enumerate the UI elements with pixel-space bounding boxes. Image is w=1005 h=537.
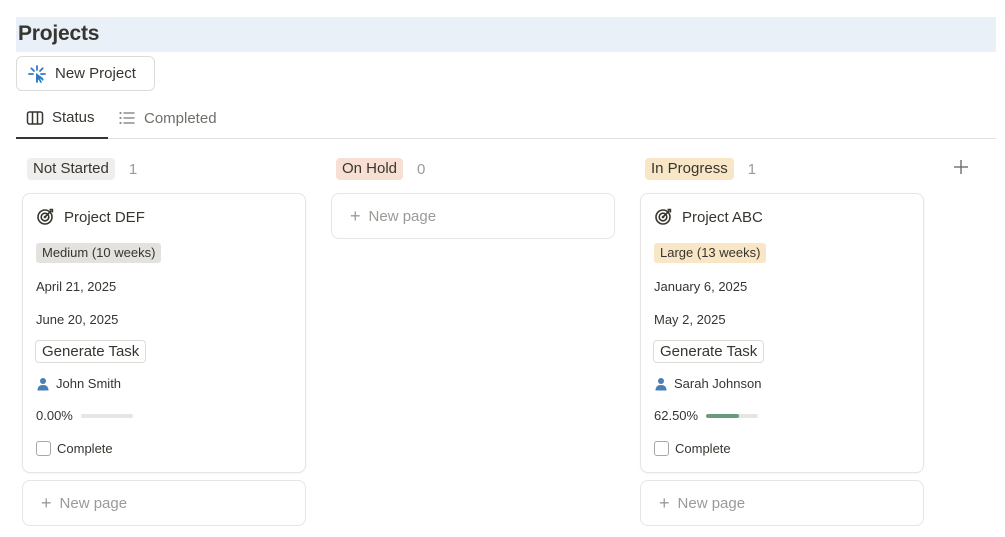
card-title: Project ABC bbox=[654, 208, 763, 226]
assignee: John Smith bbox=[36, 376, 121, 391]
complete-label: Complete bbox=[675, 441, 731, 456]
group-count: 0 bbox=[417, 160, 426, 178]
tab-completed-label: Completed bbox=[144, 109, 217, 127]
new-page-button-not-started[interactable]: + New page bbox=[22, 480, 306, 526]
card-title-text: Project DEF bbox=[64, 208, 145, 226]
board-icon bbox=[26, 109, 44, 127]
add-group-button[interactable] bbox=[950, 158, 972, 180]
progress: 0.00% bbox=[36, 408, 133, 423]
start-date: April 21, 2025 bbox=[36, 279, 117, 294]
card-title-text: Project ABC bbox=[682, 208, 763, 226]
group-label: Not Started bbox=[27, 158, 115, 180]
view-tabs: Status Completed bbox=[16, 98, 996, 139]
progress: 62.50% bbox=[654, 408, 759, 423]
group-header-on-hold: On Hold 0 bbox=[336, 158, 425, 180]
tab-completed[interactable]: Completed bbox=[118, 98, 217, 138]
complete-checkbox[interactable] bbox=[36, 441, 51, 456]
project-card[interactable]: Project ABC Large (13 weeks) January 6, … bbox=[640, 193, 924, 473]
group-count: 1 bbox=[747, 160, 757, 178]
plus-icon: + bbox=[659, 493, 670, 513]
projects-page: Projects New Project Status Completed No… bbox=[0, 0, 1005, 537]
new-page-button-in-progress[interactable]: + New page bbox=[640, 480, 924, 526]
progress-bar bbox=[706, 413, 759, 418]
end-date: May 2, 2025 bbox=[654, 312, 726, 327]
size-tag: Medium (10 weeks) bbox=[36, 243, 162, 263]
list-icon bbox=[118, 109, 136, 127]
new-page-label: New page bbox=[677, 494, 746, 512]
card-title: Project DEF bbox=[36, 208, 145, 226]
tab-status[interactable]: Status bbox=[16, 98, 108, 139]
start-date: January 6, 2025 bbox=[654, 279, 748, 294]
new-project-label: New Project bbox=[55, 65, 136, 82]
generate-task-button[interactable]: Generate Task bbox=[35, 340, 147, 363]
complete-checkbox-row[interactable]: Complete bbox=[36, 441, 113, 456]
progress-text: 62.50% bbox=[654, 408, 699, 423]
plus-icon: + bbox=[41, 493, 52, 513]
plus-icon bbox=[953, 159, 969, 180]
target-icon bbox=[654, 208, 672, 226]
title-bar: Projects bbox=[16, 17, 996, 52]
person-icon bbox=[36, 377, 50, 391]
new-project-button[interactable]: New Project bbox=[16, 56, 155, 91]
new-page-button-on-hold[interactable]: + New page bbox=[331, 193, 615, 239]
progress-bar-fill bbox=[706, 413, 739, 418]
complete-checkbox[interactable] bbox=[654, 441, 669, 456]
progress-bar bbox=[80, 413, 133, 418]
group-header-not-started: Not Started 1 bbox=[27, 158, 137, 180]
tab-status-label: Status bbox=[52, 109, 95, 126]
progress-text: 0.00% bbox=[36, 408, 73, 423]
assignee: Sarah Johnson bbox=[654, 376, 761, 391]
target-icon bbox=[36, 208, 54, 226]
complete-checkbox-row[interactable]: Complete bbox=[654, 441, 731, 456]
project-card[interactable]: Project DEF Medium (10 weeks) April 21, … bbox=[22, 193, 306, 473]
group-header-in-progress: In Progress 1 bbox=[645, 158, 756, 180]
complete-label: Complete bbox=[57, 441, 113, 456]
new-page-label: New page bbox=[368, 207, 437, 225]
page-title: Projects bbox=[18, 22, 100, 45]
person-icon bbox=[654, 377, 668, 391]
size-tag: Large (13 weeks) bbox=[654, 243, 767, 263]
group-count: 1 bbox=[128, 160, 138, 178]
end-date: June 20, 2025 bbox=[36, 312, 119, 327]
group-label: On Hold bbox=[336, 158, 404, 180]
assignee-name: Sarah Johnson bbox=[674, 376, 762, 391]
plus-icon: + bbox=[350, 206, 361, 226]
generate-task-button[interactable]: Generate Task bbox=[653, 340, 765, 363]
group-label: In Progress bbox=[645, 158, 734, 180]
new-page-label: New page bbox=[59, 494, 128, 512]
assignee-name: John Smith bbox=[56, 376, 122, 391]
sparkle-icon bbox=[27, 64, 47, 84]
